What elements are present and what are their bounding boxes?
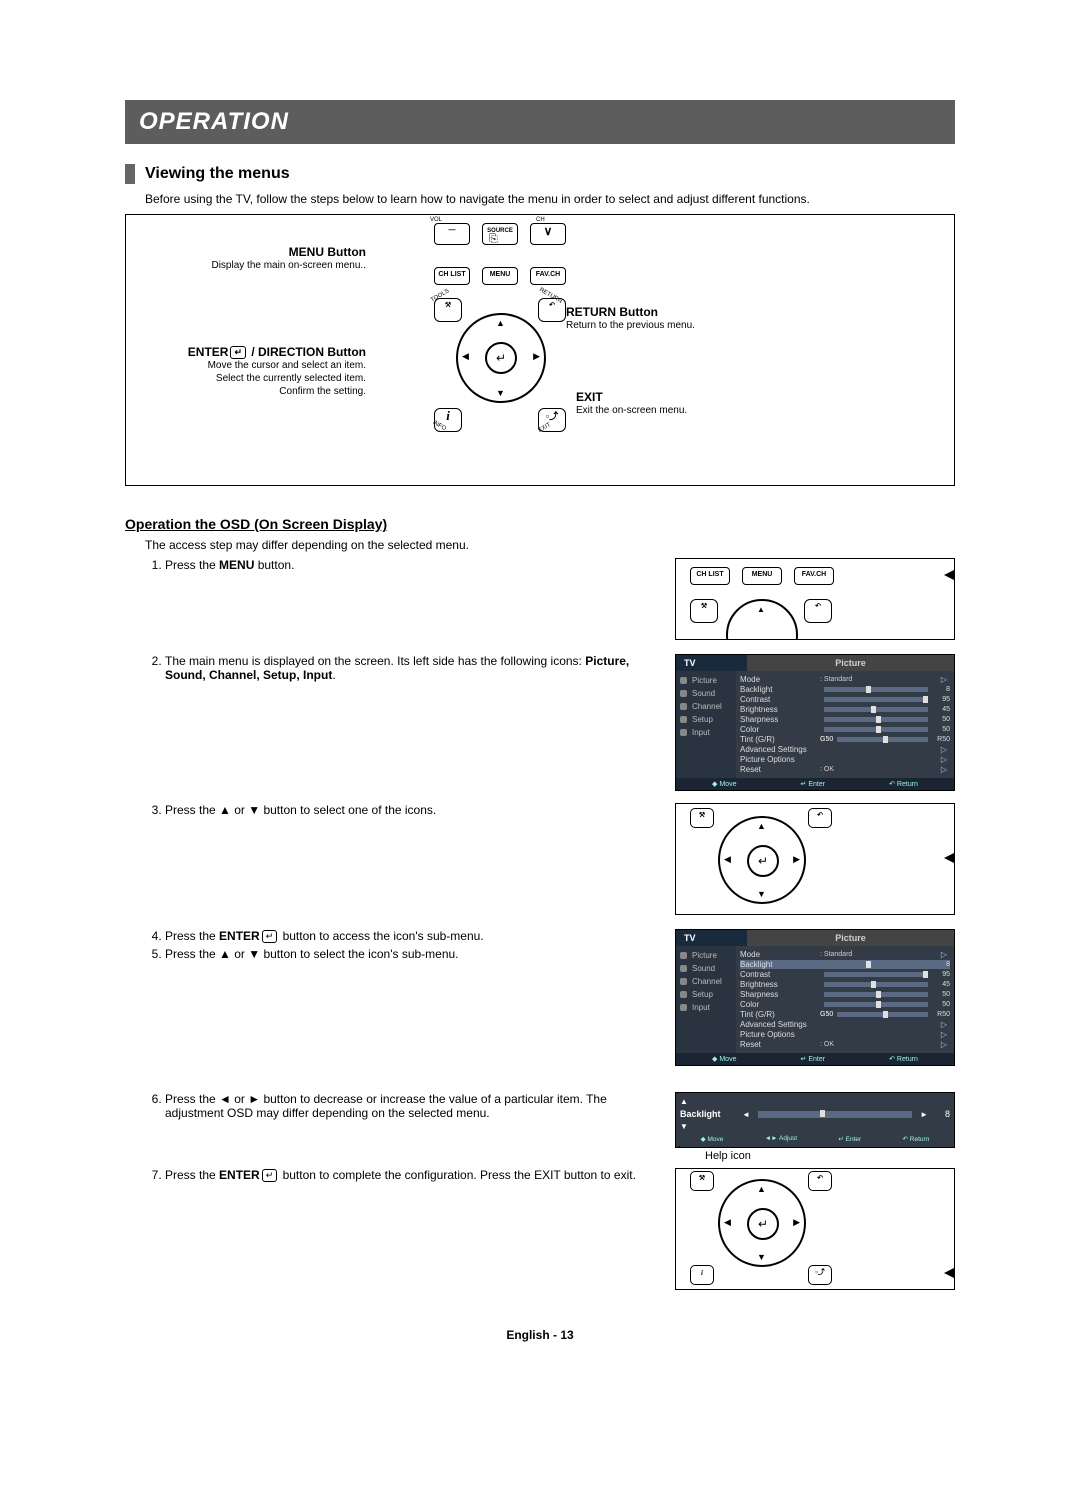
osd-backlight: ▲ Backlight ◄ ► 8 ▼ ◆ Move ◄► Adjust ↵ E…: [675, 1092, 955, 1148]
step-3: Press the ▲ or ▼ button to select one of…: [165, 803, 665, 817]
page-header: OPERATION: [125, 100, 955, 144]
remote-graphic: — VOL SOURCE ⎘ ∨ CH CH LIST MENU FAV.CH …: [426, 223, 656, 473]
help-icon-label: Help icon: [705, 1150, 955, 1162]
enter-icon: ↵: [230, 346, 246, 359]
section-title-text: Viewing the menus: [145, 165, 290, 183]
osd-screenshot-1: TVPicture PictureSoundChannelSetupInput …: [675, 654, 955, 791]
enter-icon: ↵: [262, 1169, 278, 1182]
mini-remote-menu: CH LIST MENU FAV.CH ⚒ ↶ ▲: [675, 558, 955, 640]
remote-diagram: MENU Button Display the main on-screen m…: [125, 214, 955, 486]
page-footer: English - 13: [125, 1328, 955, 1342]
intro-text: Before using the TV, follow the steps be…: [145, 192, 955, 206]
enter-icon: ↵: [262, 930, 278, 943]
osd-subheading: Operation the OSD (On Screen Display): [125, 516, 955, 532]
access-note: The access step may differ depending on …: [145, 538, 955, 552]
direction-pad: ▲ ▼ ◀ ▶ ↵: [456, 313, 546, 403]
step-7: Press the ENTER↵ button to complete the …: [165, 1168, 665, 1182]
section-marker-icon: [125, 164, 135, 184]
callout-menu: MENU Button Display the main on-screen m…: [126, 245, 366, 272]
step-5: Press the ▲ or ▼ button to select the ic…: [165, 947, 665, 961]
mini-remote-dpad: ⚒ ↶ ▲ ▼ ◀ ▶ ↵: [675, 803, 955, 915]
callout-enter: ENTER↵ / DIRECTION Button Move the curso…: [126, 345, 366, 398]
osd-screenshot-2: TVPicture PictureSoundChannelSetupInput …: [675, 929, 955, 1066]
step-4: Press the ENTER↵ button to access the ic…: [165, 929, 665, 943]
step-6: Press the ◄ or ► button to decrease or i…: [165, 1092, 665, 1120]
mini-remote-exit: ⚒ ↶ ▲ ▼ ◀ ▶ ↵ i ▫⤴: [675, 1168, 955, 1290]
section-title: Viewing the menus: [125, 164, 955, 184]
step-2: The main menu is displayed on the screen…: [165, 654, 665, 682]
step-1: Press the MENU button.: [165, 558, 665, 572]
